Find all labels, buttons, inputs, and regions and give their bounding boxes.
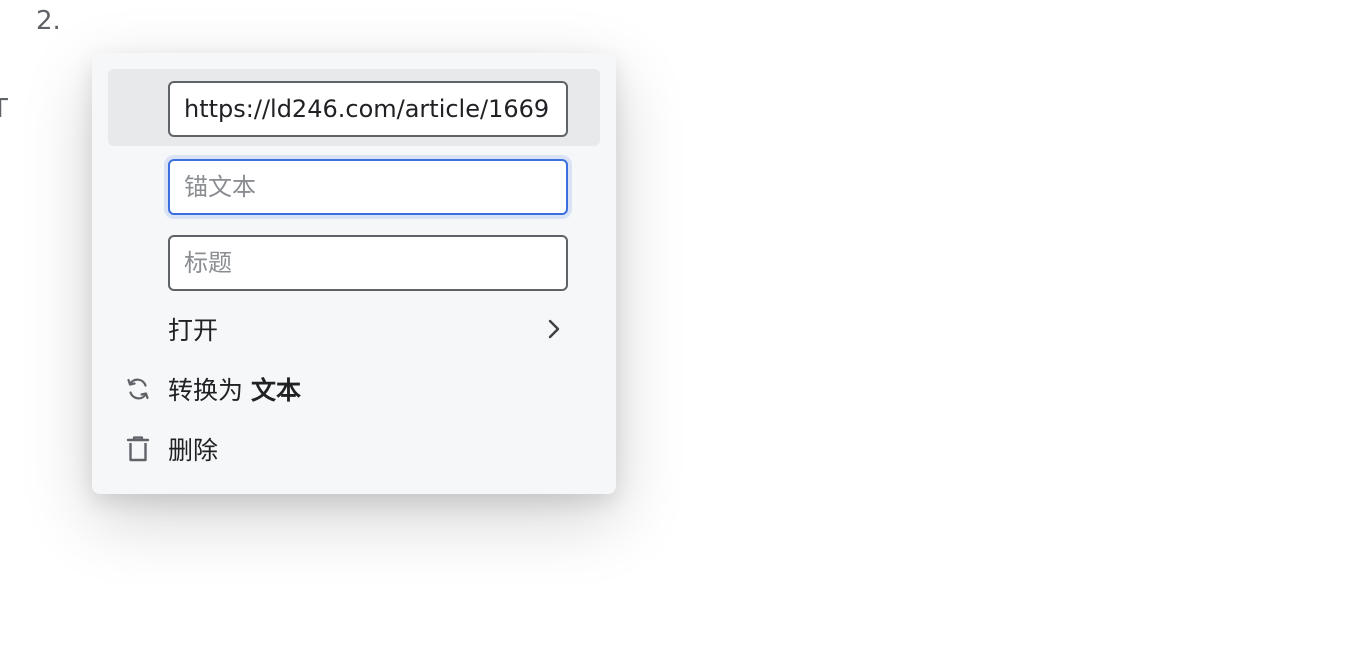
anchor-text-row bbox=[108, 151, 600, 221]
delete-menu-item[interactable]: 删除 bbox=[108, 421, 600, 477]
title-input[interactable] bbox=[168, 235, 568, 291]
title-row bbox=[108, 229, 600, 299]
editor-page: 2. T 打开 bbox=[0, 0, 1362, 668]
list-marker: 2. bbox=[36, 6, 61, 36]
url-input[interactable] bbox=[168, 81, 568, 137]
url-row bbox=[108, 69, 600, 146]
convert-prefix: 转换为 bbox=[168, 376, 244, 405]
open-label: 打开 bbox=[168, 316, 219, 345]
refresh-icon bbox=[122, 373, 154, 405]
trash-icon bbox=[122, 433, 154, 465]
convert-target: 文本 bbox=[250, 376, 301, 405]
delete-label: 删除 bbox=[168, 436, 219, 465]
edge-text-fragment: T bbox=[0, 92, 8, 126]
link-context-menu: 打开 转换为 文本 bbox=[92, 53, 616, 494]
convert-label: 转换为 文本 bbox=[168, 371, 301, 407]
convert-to-text-menu-item[interactable]: 转换为 文本 bbox=[108, 361, 600, 417]
chevron-right-icon bbox=[544, 317, 564, 341]
open-menu-item[interactable]: 打开 bbox=[108, 301, 600, 357]
anchor-text-input[interactable] bbox=[168, 159, 568, 215]
